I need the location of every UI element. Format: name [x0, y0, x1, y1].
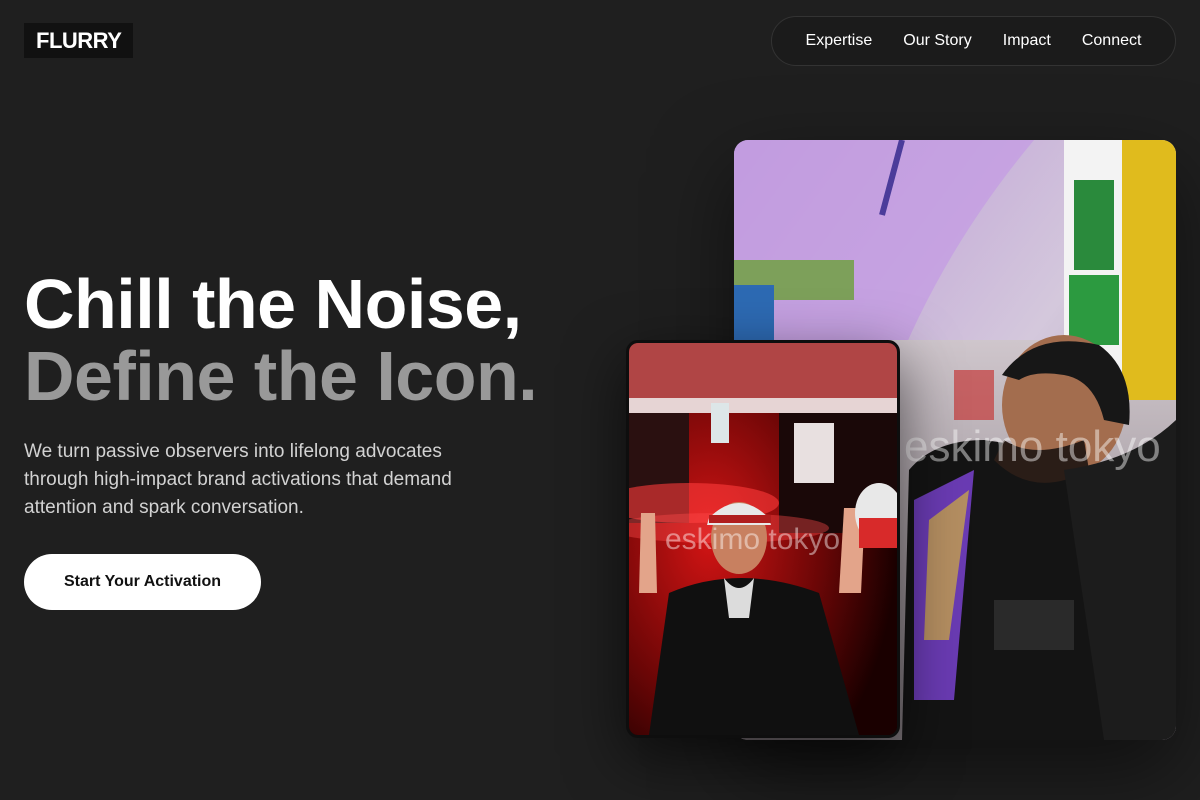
watermark-large: eskimo tokyo: [904, 422, 1161, 471]
main-nav: Expertise Our Story Impact Connect: [771, 16, 1176, 66]
nav-impact[interactable]: Impact: [1003, 32, 1051, 50]
event-photo-small: eskimo tokyo: [626, 340, 900, 738]
logo[interactable]: FLURRY: [24, 23, 134, 58]
watermark-small: eskimo tokyo: [665, 523, 841, 556]
hero-headline: Chill the Noise, Define the Icon.: [24, 265, 538, 415]
page: FLURRY Expertise Our Story Impact Connec…: [0, 0, 1200, 800]
nav-connect[interactable]: Connect: [1082, 32, 1142, 50]
start-activation-button[interactable]: Start Your Activation: [24, 554, 261, 610]
nav-expertise[interactable]: Expertise: [806, 32, 873, 50]
headline-line-2: Define the Icon.: [24, 337, 538, 415]
hero-description: We turn passive observers into lifelong …: [24, 441, 452, 518]
headline-line-1: Chill the Noise,: [24, 265, 522, 343]
nav-our-story[interactable]: Our Story: [903, 32, 971, 50]
